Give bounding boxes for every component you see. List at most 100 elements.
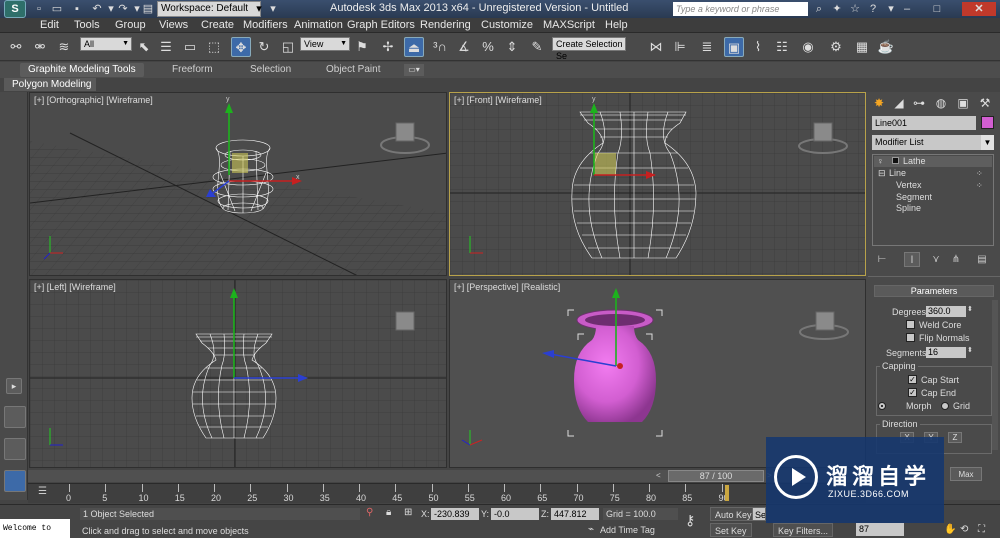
ribbon-minimize-icon[interactable]: ▭▾ [404, 64, 424, 76]
angle-snap-icon[interactable]: ∡ [454, 37, 474, 57]
tab-freeform[interactable]: Freeform [164, 63, 221, 77]
mirror-icon[interactable]: ⋈ [646, 37, 666, 57]
weld-core-checkbox[interactable] [906, 320, 915, 329]
maximize-icon[interactable]: □ [930, 2, 944, 16]
show-end-result-icon[interactable]: Ⅰ [904, 252, 920, 267]
hierarchy-tab-icon[interactable]: ⊶ [910, 94, 928, 112]
orbit-icon[interactable]: ⟲ [960, 524, 968, 535]
isolate-selection-icon[interactable]: ⚲ [366, 507, 373, 518]
stack-item-segment[interactable]: Segment [896, 192, 932, 203]
set-key-button[interactable]: Set Key [710, 523, 752, 537]
key-mode-dropdown[interactable]: Selected [752, 507, 766, 521]
favorites-star-icon[interactable]: ☆ [848, 2, 862, 16]
auto-key-button[interactable]: Auto Key [710, 507, 757, 521]
viewport-label[interactable]: [+] [Orthographic] [Wireframe] [34, 95, 153, 105]
stack-item-spline[interactable]: Spline [896, 203, 921, 214]
utilities-tab-icon[interactable]: ⚒ [976, 94, 994, 112]
edit-named-selection-icon[interactable]: ✎ [527, 37, 547, 57]
gizmo-y-arrow[interactable] [225, 103, 233, 113]
viewport-label[interactable]: [+] [Front] [Wireframe] [454, 95, 542, 105]
rectangular-selection-icon[interactable]: ▭ [180, 37, 200, 57]
direction-z-button[interactable]: Z [948, 432, 962, 443]
unlink-selection-icon[interactable]: ⚮ [30, 37, 50, 57]
named-selection-sets-dropdown[interactable]: Create Selection Se [552, 37, 626, 61]
polygon-modeling-panel[interactable]: Polygon Modeling [4, 78, 96, 91]
pin-stack-icon[interactable]: ⊢ [874, 252, 890, 267]
select-and-rotate-icon[interactable]: ↻ [254, 37, 274, 57]
menu-modifiers[interactable]: Modifiers [243, 18, 288, 33]
morph-radio[interactable] [878, 402, 886, 410]
menu-rendering[interactable]: Rendering [420, 18, 471, 33]
prev-frame-icon[interactable]: < [656, 471, 661, 480]
maximize-viewport-icon[interactable]: ⛶ [978, 524, 985, 535]
menu-group[interactable]: Group [115, 18, 146, 33]
viewcube[interactable] [395, 311, 415, 331]
reference-coordinate-dropdown[interactable]: View ▼ [300, 37, 350, 51]
spinner-snap-icon[interactable]: ⇕ [502, 37, 522, 57]
help-dropdown-icon[interactable]: ▾ [884, 2, 898, 16]
lightbulb-icon[interactable]: ♀ [877, 156, 884, 167]
subscription-icon[interactable]: ✦ [830, 2, 844, 16]
mini-curve-editor-icon[interactable]: ☰ [38, 486, 52, 498]
x-coord-input[interactable]: -230.839 [431, 508, 479, 520]
select-and-manipulate-icon[interactable]: ✢ [378, 37, 398, 57]
stack-item-line[interactable]: Line [889, 168, 906, 179]
gizmo-x-handle[interactable] [617, 363, 623, 369]
new-scene-icon[interactable]: ▫ [32, 2, 46, 16]
tab-object-paint[interactable]: Object Paint [318, 63, 388, 77]
keyboard-shortcut-override-icon[interactable]: ⏏ [404, 37, 424, 57]
curve-editor-icon[interactable]: ⌇ [748, 37, 768, 57]
key-filters-button[interactable]: Key Filters... [773, 523, 834, 537]
menu-help[interactable]: Help [605, 18, 628, 33]
configure-sets-icon[interactable]: ▤ [974, 252, 990, 267]
stack-item-vertex[interactable]: Vertex [896, 180, 922, 191]
viewcube[interactable] [380, 122, 430, 154]
tab-selection[interactable]: Selection [242, 63, 299, 77]
align-icon[interactable]: ⊫ [670, 37, 690, 57]
viewport-orthographic[interactable]: [+] [Orthographic] [Wireframe] y x [29, 92, 447, 276]
keyword-search-input[interactable]: Type a keyword or phrase [673, 2, 808, 16]
layout-single-viewport-icon[interactable] [4, 438, 26, 460]
command-panel-scrollbar[interactable] [992, 300, 998, 450]
select-and-move-icon[interactable]: ✥ [231, 37, 251, 57]
create-tab-icon[interactable]: ✸ [870, 94, 888, 112]
select-object-icon[interactable]: ⬉ [134, 37, 154, 57]
project-folder-icon[interactable]: ▤ [141, 2, 155, 16]
render-setup-icon[interactable]: ⚙ [826, 37, 846, 57]
menu-maxscript[interactable]: MAXScript [543, 18, 595, 33]
tab-graphite-modeling-tools[interactable]: Graphite Modeling Tools [20, 63, 144, 77]
add-time-tag[interactable]: Add Time Tag [600, 525, 655, 535]
set-key-icon[interactable]: ⚷ [685, 512, 695, 529]
menu-tools[interactable]: Tools [74, 18, 100, 33]
bind-space-warp-icon[interactable]: ≋ [54, 37, 74, 57]
current-frame-input[interactable]: 87 [856, 523, 904, 536]
layout-4-viewports-icon[interactable] [4, 406, 26, 428]
menu-animation[interactable]: Animation [294, 18, 343, 33]
track-bar[interactable] [28, 483, 866, 503]
expand-arrow-icon[interactable]: ▸ [6, 378, 22, 394]
redo-icon[interactable]: ↷ [116, 2, 130, 16]
material-editor-icon[interactable]: ◉ [798, 37, 818, 57]
pivot-center-icon[interactable]: ⚑ [352, 37, 372, 57]
parameters-rollout-header[interactable]: Parameters [874, 285, 994, 297]
menu-create[interactable]: Create [201, 18, 234, 33]
segments-spinner-icon[interactable]: ⬍ [967, 346, 973, 354]
segments-input[interactable]: 16 [926, 347, 966, 358]
menu-edit[interactable]: Edit [40, 18, 59, 33]
rendered-frame-window-icon[interactable]: ▦ [852, 37, 872, 57]
graphite-ribbon-toggle-icon[interactable]: ▣ [724, 37, 744, 57]
search-icon[interactable]: ⌕ [812, 2, 826, 16]
render-production-icon[interactable]: ☕ [876, 37, 896, 57]
workspace-dropdown[interactable]: Workspace: Default [157, 1, 261, 17]
display-tab-icon[interactable]: ▣ [954, 94, 972, 112]
modifier-list-dropdown[interactable]: Modifier List ▼ [872, 135, 994, 150]
expand-minus-icon[interactable]: ⊟ [878, 168, 886, 179]
modifier-toggle-icon[interactable] [892, 157, 899, 164]
flip-normals-checkbox[interactable] [906, 333, 915, 342]
object-name-field[interactable]: Line001 [872, 116, 976, 130]
select-and-link-icon[interactable]: ⚯ [6, 37, 26, 57]
selection-lock-icon[interactable]: 🔒︎ [386, 507, 391, 518]
modify-tab-icon[interactable]: ◢ [890, 94, 908, 112]
motion-tab-icon[interactable]: ◍ [932, 94, 950, 112]
close-icon[interactable]: ✕ [962, 2, 996, 16]
